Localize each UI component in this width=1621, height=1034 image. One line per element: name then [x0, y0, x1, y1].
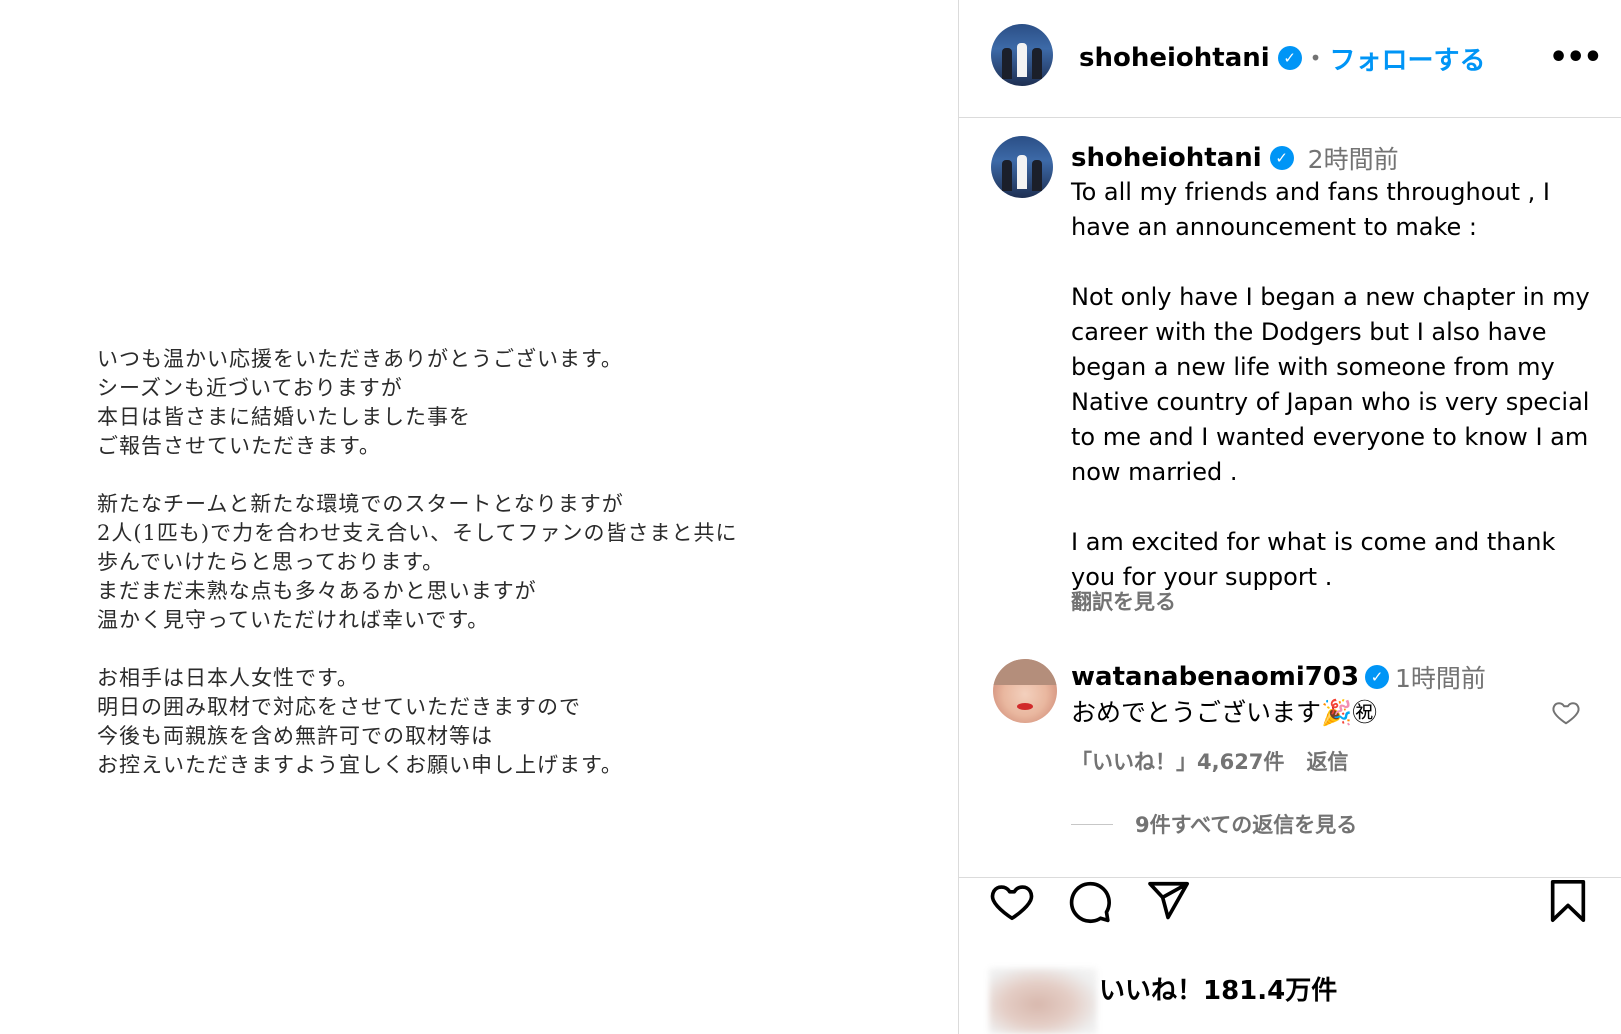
post-header: shoheiohtani ✓ • フォローする •••: [959, 0, 1621, 118]
separator-dot: •: [1309, 46, 1322, 70]
caption-paragraph: To all my friends and fans throughout , …: [1071, 178, 1550, 241]
letter-line: シーズンも近づいておりますが: [97, 376, 403, 400]
author-avatar[interactable]: [991, 24, 1053, 86]
post-action-bar: いいね！181.4万件: [959, 878, 1621, 1034]
comment-like-heart-icon[interactable]: [1551, 697, 1581, 727]
comment-meta: watanabenaomi703 ✓ 1時間前: [1071, 659, 1486, 695]
caption-username[interactable]: shoheiohtani: [1071, 143, 1262, 173]
see-translation-link[interactable]: 翻訳を見る: [1071, 586, 1176, 616]
letter-line: 歩んでいけたらと思っております。: [97, 550, 445, 574]
verified-badge-icon: ✓: [1277, 46, 1302, 70]
avatar-figure: [1031, 159, 1042, 191]
caption-paragraph: Not only have I began a new chapter in m…: [1071, 283, 1590, 486]
letter-paragraph: 新たなチームと新たな環境でのスタートとなりますが 2人(1匹も)で力を合わせ支え合…: [97, 490, 917, 635]
avatar-figure: [1031, 47, 1042, 79]
comment-likes-count[interactable]: 「いいね！」4,627件: [1071, 750, 1284, 774]
comment-item: watanabenaomi703 ✓ 1時間前 おめでとうございます🎉㊗ 「いい…: [959, 653, 1621, 853]
post-side-panel: shoheiohtani ✓ • フォローする ••• shoheiohtani…: [958, 0, 1621, 1034]
letter-paragraph: いつも温かい応援をいただきありがとうございます。 シーズンも近づいておりますが本日…: [97, 345, 917, 461]
letter-line: 温かく見守っていただければ幸いです。: [97, 608, 490, 632]
comment-text: おめでとうございます🎉㊗: [1071, 698, 1378, 727]
avatar-figure: [1002, 47, 1013, 79]
replies-divider-line: [1071, 823, 1113, 825]
letter-line: ご報告させていただきます。: [97, 434, 381, 458]
comment-icon[interactable]: [1067, 878, 1113, 924]
letter-line: 今後も両親族を含め無許可での取材等は: [97, 724, 493, 748]
instagram-post-view: いつも温かい応援をいただきありがとうございます。 シーズンも近づいておりますが本日…: [0, 0, 1621, 1034]
announcement-letter: いつも温かい応援をいただきありがとうございます。 シーズンも近づいておりますが本日…: [97, 345, 917, 809]
commenter-avatar[interactable]: [993, 659, 1057, 723]
likes-count[interactable]: いいね！181.4万件: [1099, 970, 1337, 1007]
letter-line: 2人(1匹も)で力を合わせ支え合い、そしてファンの皆さまと共に: [97, 521, 738, 545]
letter-line: お相手は日本人女性です。: [97, 666, 359, 690]
letter-line: 新たなチームと新たな環境でのスタートとなりますが: [97, 492, 624, 516]
caption-text: To all my friends and fans throughout , …: [1071, 175, 1591, 595]
view-replies-button[interactable]: 9件すべての返信を見る: [1071, 809, 1357, 839]
view-replies-label: 9件すべての返信を見る: [1135, 813, 1358, 837]
comments-section[interactable]: shoheiohtani ✓ 2時間前 To all my friends an…: [959, 118, 1621, 878]
letter-line: 明日の囲み取材で対応をさせていただきますので: [97, 695, 581, 719]
liker-avatars-blurred: [989, 968, 1097, 1034]
heart-icon[interactable]: [989, 878, 1035, 924]
post-image[interactable]: いつも温かい応援をいただきありがとうございます。 シーズンも近づいておりますが本日…: [0, 0, 958, 1034]
author-username[interactable]: shoheiohtani: [1079, 43, 1270, 73]
verified-badge-icon: ✓: [1365, 665, 1390, 689]
avatar-lips: [1017, 703, 1033, 710]
avatar-figure: [1017, 154, 1027, 189]
letter-line: いつも温かい応援をいただきありがとうございます。: [97, 347, 623, 371]
letter-paragraph: お相手は日本人女性です。明日の囲み取材で対応をさせていただきますので 今後も両親族…: [97, 664, 917, 780]
header-name-row: shoheiohtani ✓ • フォローする: [1079, 38, 1485, 78]
follow-button[interactable]: フォローする: [1329, 40, 1485, 77]
letter-line: お控えいただきますよう宜しくお願い申し上げます。: [97, 753, 623, 777]
avatar-figure: [1017, 42, 1027, 77]
share-icon[interactable]: [1145, 878, 1191, 924]
caption-meta: shoheiohtani ✓ 2時間前: [1071, 140, 1399, 176]
avatar-hair: [993, 659, 1057, 685]
comment-timestamp[interactable]: 1時間前: [1395, 659, 1486, 695]
caption-author-avatar[interactable]: [991, 136, 1053, 198]
commenter-username[interactable]: watanabenaomi703: [1071, 662, 1359, 692]
caption-timestamp[interactable]: 2時間前: [1308, 140, 1399, 176]
caption-paragraph: I am excited for what is come and thank …: [1071, 528, 1556, 591]
avatar-figure: [1002, 159, 1013, 191]
verified-badge-icon: ✓: [1269, 146, 1294, 170]
comment-actions: 「いいね！」4,627件 返信: [1071, 746, 1348, 776]
more-options-icon[interactable]: •••: [1549, 40, 1603, 75]
letter-line: まだまだ未熟な点も多々あるかと思いますが: [97, 579, 537, 603]
bookmark-icon[interactable]: [1545, 878, 1591, 924]
reply-button[interactable]: 返信: [1306, 750, 1348, 774]
letter-line: 本日は皆さまに結婚いたしました事を: [97, 405, 471, 429]
